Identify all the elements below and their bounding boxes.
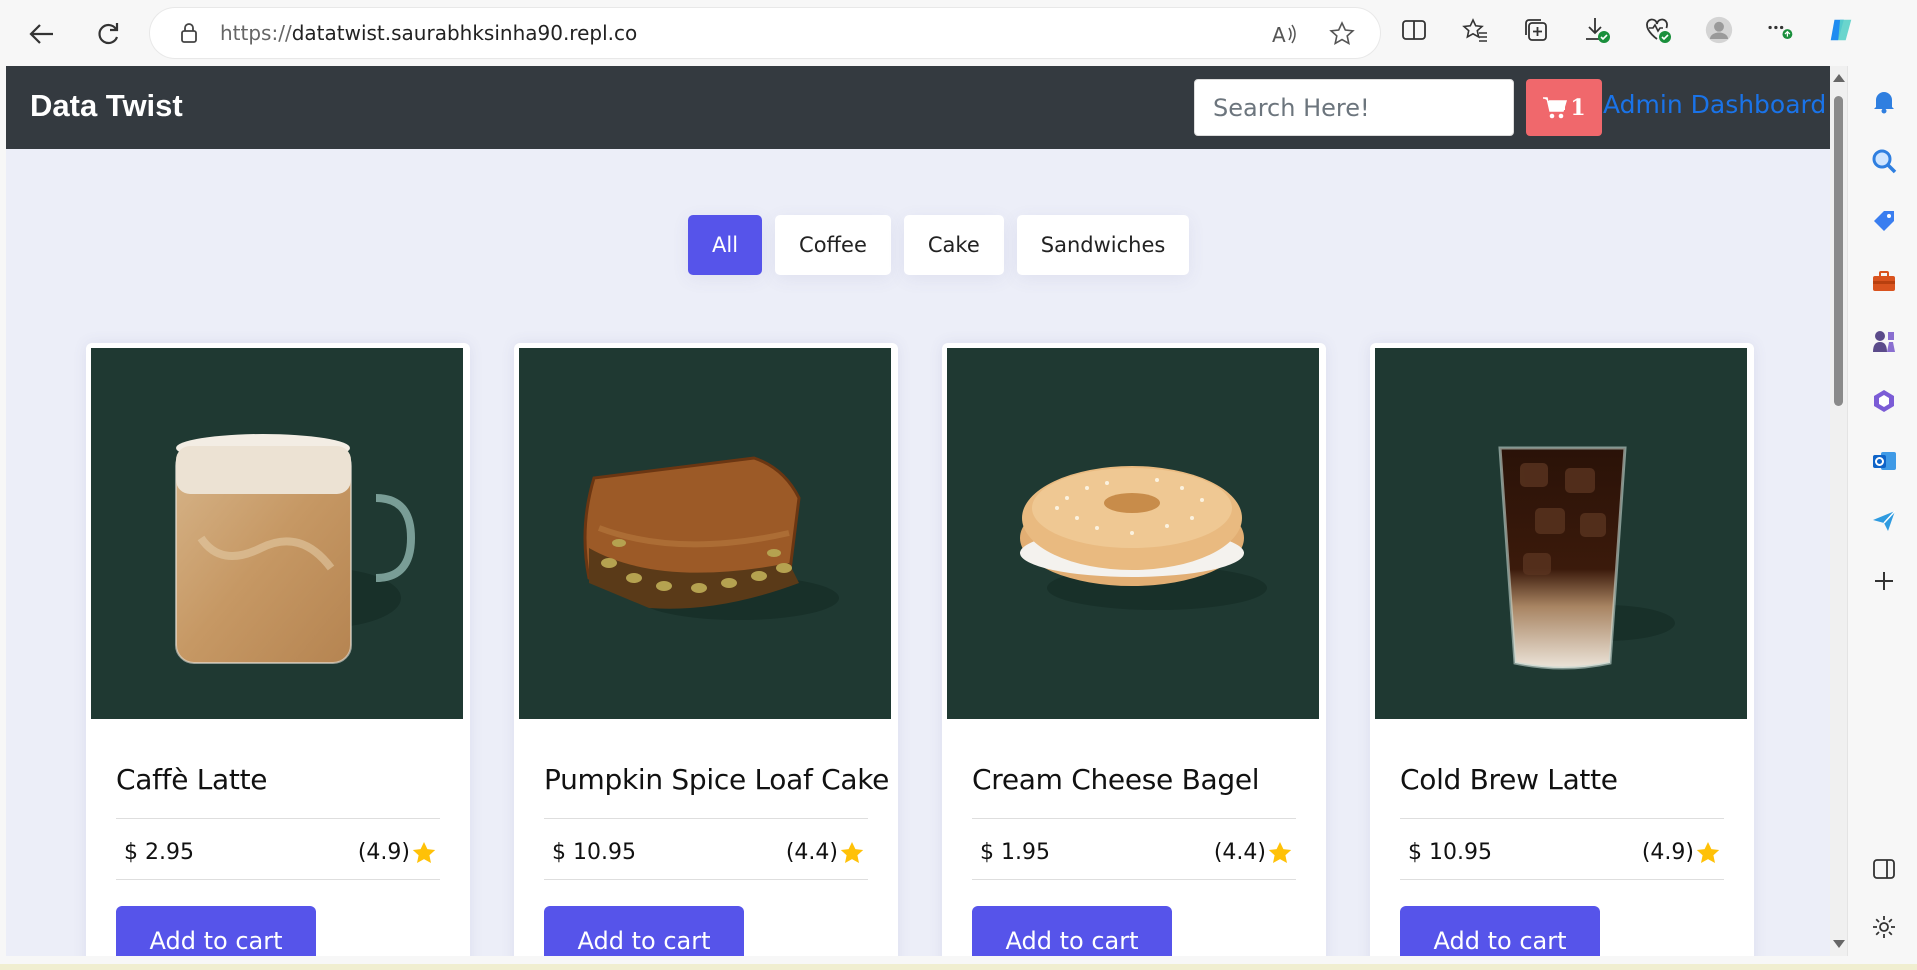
cart-icon <box>1543 96 1568 118</box>
rating-value: (4.9) <box>357 840 410 865</box>
settings-gear-icon[interactable] <box>1869 912 1899 942</box>
games-icon[interactable] <box>1869 326 1899 356</box>
divider <box>544 818 868 819</box>
add-to-cart-button[interactable]: Add to cart <box>1400 906 1600 956</box>
browser-essentials-icon[interactable] <box>1644 16 1672 44</box>
star-icon <box>840 841 864 863</box>
scroll-down-icon[interactable] <box>1833 940 1845 948</box>
favorites-icon[interactable] <box>1461 16 1489 44</box>
microsoft-365-icon[interactable] <box>1869 386 1899 416</box>
status-highlight <box>0 964 1917 970</box>
back-icon[interactable] <box>22 14 62 54</box>
product-card: Cream Cheese Bagel $ 1.95 (4.4) Add to c… <box>942 343 1326 956</box>
more-options-icon[interactable] <box>1766 16 1794 44</box>
filter-cake-button[interactable]: Cake <box>903 215 1004 275</box>
product-title[interactable]: Cold Brew Latte <box>1400 763 1618 796</box>
product-image-loaf-cake[interactable] <box>519 348 891 719</box>
filter-coffee-button[interactable]: Coffee <box>775 215 891 275</box>
divider <box>544 879 868 880</box>
cart-count: 1 <box>1570 94 1586 121</box>
collections-icon[interactable] <box>1522 16 1550 44</box>
split-screen-icon[interactable] <box>1400 16 1428 44</box>
brand-logo[interactable]: Data Twist <box>30 88 183 124</box>
product-rating: (4.4) <box>1214 840 1292 865</box>
divider <box>1400 818 1724 819</box>
product-title[interactable]: Cream Cheese Bagel <box>972 763 1260 796</box>
admin-dashboard-link[interactable]: Admin Dashboard <box>1603 90 1826 119</box>
downloads-icon[interactable] <box>1583 16 1611 44</box>
product-title[interactable]: Pumpkin Spice Loaf Cake <box>544 763 889 796</box>
lock-icon[interactable] <box>178 22 200 44</box>
svg-text:A: A <box>1272 23 1286 46</box>
status-strip <box>0 956 1917 970</box>
address-bar[interactable]: https://datatwist.saurabhksinha90.repl.c… <box>150 8 1380 58</box>
rating-value: (4.9) <box>1641 840 1694 865</box>
scrollbar-thumb[interactable] <box>1834 96 1843 406</box>
filter-sandwiches-button[interactable]: Sandwiches <box>1016 215 1190 275</box>
product-title[interactable]: Caffè Latte <box>116 763 268 796</box>
add-icon[interactable] <box>1869 566 1899 596</box>
star-icon <box>1268 841 1292 863</box>
product-card: Cold Brew Latte $ 10.95 (4.9) Add to car… <box>1370 343 1754 956</box>
divider <box>972 879 1296 880</box>
send-icon[interactable] <box>1869 506 1899 536</box>
product-price: $ 1.95 <box>980 840 1050 865</box>
read-aloud-icon[interactable]: A <box>1270 20 1298 48</box>
product-image-bagel[interactable] <box>947 348 1319 719</box>
sidebar-toggle-icon[interactable] <box>1869 854 1899 884</box>
category-filters: All Coffee Cake Sandwiches <box>688 215 1190 275</box>
shopping-tag-icon[interactable] <box>1869 206 1899 236</box>
scroll-up-icon[interactable] <box>1833 74 1845 82</box>
filter-all-button[interactable]: All <box>688 215 763 275</box>
divider <box>116 879 440 880</box>
outlook-icon[interactable] <box>1869 446 1899 476</box>
product-rating: (4.9) <box>1642 840 1720 865</box>
add-to-cart-button[interactable]: Add to cart <box>116 906 316 956</box>
search-icon[interactable] <box>1869 146 1899 176</box>
product-card: Pumpkin Spice Loaf Cake $ 10.95 (4.4) Ad… <box>514 343 898 956</box>
divider <box>1400 879 1724 880</box>
product-price: $ 10.95 <box>552 840 636 865</box>
favorite-star-icon[interactable] <box>1328 20 1356 48</box>
star-icon <box>412 841 436 863</box>
navbar: Data Twist 1 Admin Dashboard <box>6 66 1830 149</box>
search-input[interactable] <box>1194 79 1514 136</box>
browser-sidebar <box>1847 66 1917 970</box>
product-price: $ 10.95 <box>1408 840 1492 865</box>
divider <box>972 818 1296 819</box>
toolbox-icon[interactable] <box>1869 266 1899 296</box>
copilot-icon[interactable] <box>1827 16 1855 44</box>
add-to-cart-button[interactable]: Add to cart <box>544 906 744 956</box>
url-scheme: https:// <box>220 21 292 45</box>
browser-toolbar: https://datatwist.saurabhksinha90.repl.c… <box>0 0 1917 66</box>
divider <box>116 818 440 819</box>
add-to-cart-button[interactable]: Add to cart <box>972 906 1172 956</box>
rating-value: (4.4) <box>785 840 838 865</box>
refresh-icon[interactable] <box>88 14 128 54</box>
page-scrollbar[interactable] <box>1830 66 1847 956</box>
product-image-cold-brew[interactable] <box>1375 348 1747 719</box>
product-price: $ 2.95 <box>124 840 194 865</box>
product-card: Caffè Latte $ 2.95 (4.9) Add to cart <box>86 343 470 956</box>
page-viewport: Data Twist 1 Admin Dashboard All Coffee … <box>6 66 1830 956</box>
url-host: datatwist.saurabhksinha90.repl.co <box>291 21 638 45</box>
cart-button[interactable]: 1 <box>1526 79 1602 136</box>
product-rating: (4.4) <box>786 840 864 865</box>
star-icon <box>1696 841 1720 863</box>
bell-icon[interactable] <box>1869 86 1899 116</box>
url-text[interactable]: https://datatwist.saurabhksinha90.repl.c… <box>220 21 637 45</box>
product-rating: (4.9) <box>358 840 436 865</box>
profile-avatar-icon[interactable] <box>1705 16 1733 44</box>
rating-value: (4.4) <box>1213 840 1266 865</box>
product-image-latte[interactable] <box>91 348 463 719</box>
